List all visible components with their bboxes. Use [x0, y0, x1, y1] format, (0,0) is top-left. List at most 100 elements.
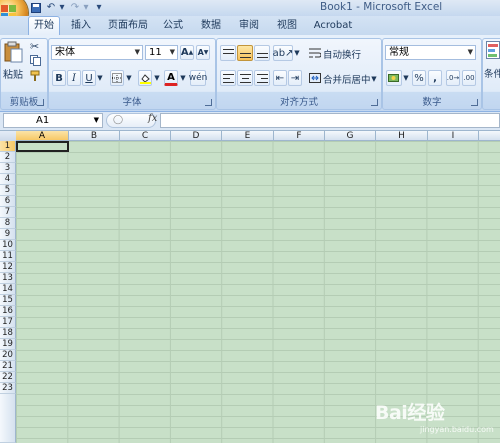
column-header-g[interactable]: G — [325, 131, 376, 141]
row-header[interactable]: 14 — [0, 284, 16, 295]
save-icon[interactable] — [30, 1, 42, 14]
paste-icon[interactable] — [3, 41, 23, 63]
row-header[interactable]: 7 — [0, 207, 16, 218]
tab-formulas[interactable]: 公式 — [158, 17, 188, 35]
redo-icon[interactable]: ↷ — [68, 1, 82, 14]
phonetic-guide-icon[interactable]: wén — [189, 70, 207, 86]
font-color-button[interactable]: A — [164, 70, 178, 86]
tab-home[interactable]: 开始 — [28, 16, 60, 36]
top-align-icon[interactable] — [220, 45, 236, 61]
row-header[interactable]: 20 — [0, 350, 16, 361]
row-header[interactable]: 6 — [0, 196, 16, 207]
wrap-text-icon[interactable] — [308, 45, 322, 61]
align-right-icon[interactable] — [254, 70, 270, 86]
row-header[interactable]: 23 — [0, 383, 16, 394]
copy-icon[interactable] — [30, 55, 41, 69]
font-launcher-icon[interactable] — [205, 99, 212, 106]
active-cell-a1[interactable] — [16, 141, 69, 152]
accounting-format-icon[interactable] — [386, 70, 402, 86]
tab-view[interactable]: 视图 — [272, 17, 302, 35]
row-header[interactable]: 8 — [0, 218, 16, 229]
column-header-c[interactable]: C — [120, 131, 171, 141]
undo-dropdown-icon[interactable]: ▾ — [58, 1, 66, 14]
fill-color-icon[interactable] — [138, 70, 152, 86]
wrap-text-button[interactable]: 自动换行 — [323, 47, 361, 61]
accounting-dropdown-icon[interactable]: ▼ — [402, 70, 410, 86]
merge-center-icon[interactable] — [308, 70, 322, 86]
column-header-b[interactable]: B — [69, 131, 120, 141]
row-header[interactable]: 21 — [0, 361, 16, 372]
tab-insert[interactable]: 插入 — [66, 17, 96, 35]
tab-data[interactable]: 数据 — [196, 17, 226, 35]
font-name-select[interactable]: 宋体 ▼ — [51, 45, 143, 60]
underline-button[interactable]: U — [82, 70, 96, 86]
column-header-f[interactable]: F — [274, 131, 325, 141]
conditional-formatting-icon[interactable] — [486, 41, 500, 62]
merge-center-dropdown-icon[interactable]: ▼ — [370, 71, 378, 87]
format-painter-icon[interactable] — [30, 70, 41, 84]
undo-icon[interactable]: ↶ — [44, 1, 58, 14]
percent-style-button[interactable]: % — [412, 70, 426, 86]
decrease-indent-icon[interactable]: ⇤ — [273, 70, 287, 86]
align-center-icon[interactable] — [237, 70, 253, 86]
row-header[interactable]: 17 — [0, 317, 16, 328]
column-header-d[interactable]: D — [171, 131, 222, 141]
row-header[interactable]: 1 — [0, 141, 16, 152]
row-header[interactable]: 15 — [0, 295, 16, 306]
alignment-launcher-icon[interactable] — [371, 99, 378, 106]
font-size-select[interactable]: 11 ▼ — [145, 45, 178, 60]
borders-icon[interactable] — [110, 70, 124, 86]
row-header[interactable]: 2 — [0, 152, 16, 163]
column-header-next[interactable] — [479, 131, 500, 141]
shrink-font-icon[interactable]: A ▼ — [196, 45, 210, 60]
chevron-down-icon[interactable]: ▼ — [94, 114, 99, 127]
fill-color-dropdown-icon[interactable]: ▼ — [153, 70, 161, 86]
increase-decimal-icon[interactable]: .0→ — [446, 70, 460, 86]
row-header[interactable]: 5 — [0, 185, 16, 196]
increase-indent-icon[interactable]: ⇥ — [288, 70, 302, 86]
tab-acrobat[interactable]: Acrobat — [310, 17, 356, 35]
formula-input[interactable] — [160, 113, 500, 128]
cut-icon[interactable]: ✂ — [30, 40, 39, 53]
insert-function-icon[interactable]: fx — [148, 113, 157, 124]
row-header[interactable]: 11 — [0, 251, 16, 262]
clipboard-launcher-icon[interactable] — [37, 99, 44, 106]
column-header-a[interactable]: A — [16, 131, 69, 141]
row-header[interactable]: 4 — [0, 174, 16, 185]
row-header[interactable]: 9 — [0, 229, 16, 240]
column-header-h[interactable]: H — [376, 131, 428, 141]
column-header-e[interactable]: E — [222, 131, 274, 141]
row-header[interactable]: 16 — [0, 306, 16, 317]
row-header[interactable]: 13 — [0, 273, 16, 284]
orientation-icon[interactable]: ab↗ — [273, 45, 293, 61]
conditional-formatting-label[interactable]: 条件 — [484, 66, 500, 80]
italic-button[interactable]: I — [67, 70, 81, 86]
tab-review[interactable]: 审阅 — [234, 17, 264, 35]
decrease-decimal-icon[interactable]: .00 — [462, 70, 476, 86]
font-color-dropdown-icon[interactable]: ▼ — [179, 70, 187, 86]
name-box[interactable]: A1 ▼ — [3, 113, 103, 128]
customize-quick-access-icon[interactable]: ▾ — [94, 1, 104, 14]
align-left-icon[interactable] — [220, 70, 236, 86]
merge-center-button[interactable]: 合并后居中 — [323, 72, 371, 86]
bottom-align-icon[interactable] — [254, 45, 270, 61]
grow-font-icon[interactable]: A ▲ — [180, 45, 194, 60]
row-header[interactable]: 10 — [0, 240, 16, 251]
borders-dropdown-icon[interactable]: ▼ — [125, 70, 133, 86]
column-header-i[interactable]: I — [428, 131, 479, 141]
underline-dropdown-icon[interactable]: ▼ — [96, 70, 104, 86]
row-header[interactable]: 22 — [0, 372, 16, 383]
row-header[interactable]: 19 — [0, 339, 16, 350]
orientation-dropdown-icon[interactable]: ▼ — [293, 45, 301, 61]
paste-button-label[interactable]: 粘贴 — [3, 66, 23, 81]
number-launcher-icon[interactable] — [471, 99, 478, 106]
row-header[interactable]: 3 — [0, 163, 16, 174]
redo-dropdown-icon[interactable]: ▾ — [82, 1, 90, 14]
middle-align-icon[interactable] — [237, 45, 253, 61]
comma-style-button[interactable]: , — [428, 70, 442, 86]
tab-page-layout[interactable]: 页面布局 — [104, 17, 152, 35]
number-format-select[interactable]: 常规 ▼ — [385, 45, 476, 60]
row-header[interactable]: 12 — [0, 262, 16, 273]
bold-button[interactable]: B — [52, 70, 66, 86]
row-header[interactable]: 18 — [0, 328, 16, 339]
